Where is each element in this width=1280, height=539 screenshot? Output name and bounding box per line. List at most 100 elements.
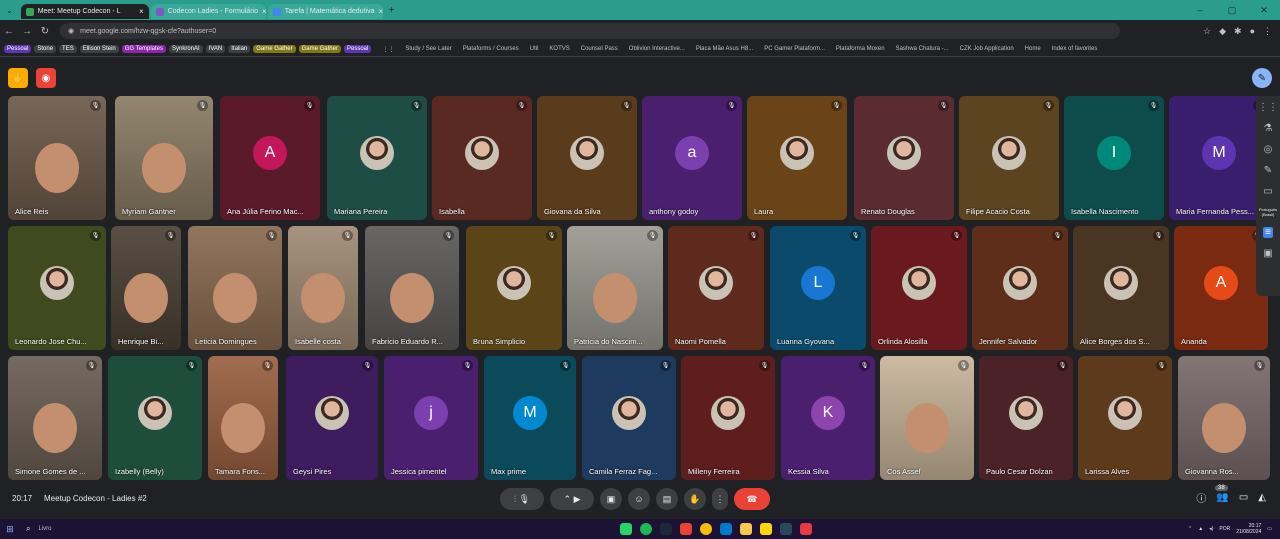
- close-icon[interactable]: ×: [378, 7, 382, 16]
- sticky-icon[interactable]: [760, 523, 772, 535]
- volume-icon[interactable]: ◂): [1209, 526, 1213, 532]
- notes-icon[interactable]: ≡: [1263, 227, 1273, 238]
- bookmark-folder[interactable]: Plataforms / Courses: [463, 46, 519, 52]
- participant-tile[interactable]: 🎙 Tamara Fons...: [208, 356, 278, 480]
- participant-tile[interactable]: 🎙 Simone Gomes de ...: [8, 356, 102, 480]
- close-icon[interactable]: ×: [262, 7, 266, 16]
- effects-icon[interactable]: ◎: [1264, 144, 1273, 155]
- reload-icon[interactable]: ↻: [36, 26, 54, 37]
- present-button[interactable]: ▣: [600, 488, 622, 510]
- bookmark-chip[interactable]: Ellison Stein: [79, 45, 119, 53]
- camera-icon[interactable]: ▣: [1263, 248, 1272, 259]
- bookmark-chip[interactable]: Game Gather: [298, 45, 341, 53]
- bookmark-folder[interactable]: Plataforma Moxen: [836, 46, 885, 52]
- search-icon[interactable]: ⌕: [26, 524, 30, 534]
- raise-hand-button[interactable]: ✋: [684, 488, 706, 510]
- vscode-icon[interactable]: [720, 523, 732, 535]
- participant-tile[interactable]: 🎙 Larissa Alves: [1078, 356, 1172, 480]
- input-language[interactable]: POR: [1219, 526, 1230, 532]
- forward-icon[interactable]: →: [18, 26, 36, 37]
- participant-tile[interactable]: 🎙 Geysi Pires: [286, 356, 378, 480]
- participant-tile[interactable]: I 🎙 Isabella Nascimento: [1064, 96, 1164, 220]
- hand-icon[interactable]: ✋: [8, 68, 28, 88]
- maximize-icon[interactable]: ▢: [1216, 0, 1248, 20]
- participant-tile[interactable]: 🎙 Fabricio Eduardo R...: [365, 226, 459, 350]
- discord-icon[interactable]: [680, 523, 692, 535]
- tab-task[interactable]: Tarefa | Matemática dedutiva ×: [267, 4, 383, 19]
- bookmark-folder[interactable]: Oblivion Interactive...: [629, 46, 685, 52]
- participant-tile[interactable]: M 🎙 Max prime: [484, 356, 576, 480]
- participant-tile[interactable]: 🎙 Giovana da Silva: [537, 96, 637, 220]
- apps-grid-icon[interactable]: ⋮⋮: [382, 46, 394, 53]
- participant-tile[interactable]: 🎙 Alice Reis: [8, 96, 106, 220]
- caption-language[interactable]: Português (Brasil): [1256, 207, 1280, 217]
- bookmark-folder[interactable]: Index of favorites: [1052, 46, 1098, 52]
- profile-icon[interactable]: ●: [1250, 26, 1255, 37]
- bookmark-folder[interactable]: Util: [530, 46, 539, 52]
- participant-tile[interactable]: 🎙 Naomi Pomella: [668, 226, 764, 350]
- bookmark-folder[interactable]: Counsel Pass: [581, 46, 618, 52]
- activities-shapes-icon[interactable]: ◭: [1258, 492, 1266, 503]
- apps-icon[interactable]: ⋮⋮: [1258, 102, 1278, 113]
- participant-tile[interactable]: 🎙 Camila Ferraz Fag...: [582, 356, 676, 480]
- participant-tile[interactable]: 🎙 Izabelly (Belly): [108, 356, 202, 480]
- more-options-button[interactable]: ⋮: [712, 488, 728, 510]
- chevron-up-icon[interactable]: ⌃: [1188, 526, 1192, 532]
- steam2-icon[interactable]: [780, 523, 792, 535]
- participant-tile[interactable]: 🎙 Mariana Pereira: [327, 96, 427, 220]
- participant-tile[interactable]: 🎙 Henrique Bi...: [111, 226, 181, 350]
- leave-call-button[interactable]: ☎: [734, 488, 770, 510]
- participant-tile[interactable]: 🎙 Leonardo Jose Chu...: [8, 226, 106, 350]
- bookmark-chip[interactable]: GG Templates: [121, 45, 166, 53]
- people-icon[interactable]: 👥: [1216, 492, 1228, 503]
- bookmark-chip[interactable]: SynkronAI: [169, 45, 203, 53]
- participant-tile[interactable]: 🎙 Paulo Cesar Dolzan: [979, 356, 1073, 480]
- tab-search-icon[interactable]: ⌄: [6, 6, 13, 15]
- participant-tile[interactable]: 🎙 Patricia do Nascim...: [567, 226, 663, 350]
- network-icon[interactable]: ▲: [1198, 526, 1203, 532]
- participant-tile[interactable]: A🎙Ananda: [1174, 226, 1268, 350]
- participant-tile[interactable]: 🎙 Laura: [747, 96, 847, 220]
- participant-tile[interactable]: 🎙 Alice Borges dos S...: [1073, 226, 1169, 350]
- bookmark-chip[interactable]: Pessoal: [4, 45, 32, 53]
- tab-form[interactable]: Codecon Ladies - Formulário ×: [150, 4, 266, 19]
- star-icon[interactable]: ☆: [1203, 26, 1211, 37]
- windows-start-icon[interactable]: ⊞: [0, 524, 20, 535]
- minimize-icon[interactable]: –: [1184, 0, 1216, 20]
- steam-icon[interactable]: [660, 523, 672, 535]
- bookmark-chip[interactable]: TES: [59, 45, 77, 53]
- mic-button[interactable]: ⫶ 🎙: [500, 488, 544, 510]
- bolt-icon[interactable]: [800, 523, 812, 535]
- bookmark-chip[interactable]: Game Gather: [253, 45, 296, 53]
- participant-tile[interactable]: 🎙 Myriam Gantner: [115, 96, 213, 220]
- emoji-button[interactable]: ☺: [628, 488, 650, 510]
- new-tab-button[interactable]: +: [389, 5, 395, 16]
- bookmark-chip[interactable]: Italian: [228, 45, 251, 53]
- puzzle-icon[interactable]: ✱: [1234, 26, 1242, 37]
- participant-tile[interactable]: a 🎙 anthony godoy: [642, 96, 742, 220]
- info-icon[interactable]: ⓘ: [1196, 490, 1206, 505]
- menu-icon[interactable]: ⋮: [1263, 26, 1272, 37]
- participant-tile[interactable]: 🎙 Filipe Acacio Costa: [959, 96, 1059, 220]
- participant-tile[interactable]: K 🎙 Kessia Silva: [781, 356, 875, 480]
- taskbar-search[interactable]: Livro: [38, 526, 138, 532]
- back-icon[interactable]: ←: [0, 26, 18, 37]
- participant-tile[interactable]: j 🎙 Jessica pimentel: [384, 356, 478, 480]
- spotify-icon[interactable]: [640, 523, 652, 535]
- captions-button[interactable]: ▤: [656, 488, 678, 510]
- participant-tile[interactable]: L 🎙 Luanna Gyovana: [770, 226, 866, 350]
- extension-icon[interactable]: ◆: [1219, 26, 1226, 37]
- participant-tile[interactable]: 🎙 Orlinda Alosilla: [871, 226, 967, 350]
- whatsapp-icon[interactable]: [620, 523, 632, 535]
- notification-icon[interactable]: ▭: [1267, 526, 1272, 532]
- bookmark-folder[interactable]: PC Gamer Plataform...: [764, 46, 825, 52]
- tab-meet[interactable]: Meet: Meetup Codecon - L ×: [20, 4, 149, 19]
- bookmark-folder[interactable]: Sashwa Chatura -...: [896, 46, 949, 52]
- bookmark-folder[interactable]: Placa Mãe Asus H8...: [696, 46, 753, 52]
- bookmark-chip[interactable]: Stone: [34, 45, 57, 53]
- taskbar-clock[interactable]: 20:17 21/08/2024: [1236, 523, 1261, 535]
- folder-icon[interactable]: [740, 523, 752, 535]
- participant-tile[interactable]: A 🎙 Ana Júlia Ferino Mac...: [220, 96, 320, 220]
- close-icon[interactable]: ×: [139, 7, 144, 16]
- bookmark-chip[interactable]: Pessoal: [343, 45, 372, 53]
